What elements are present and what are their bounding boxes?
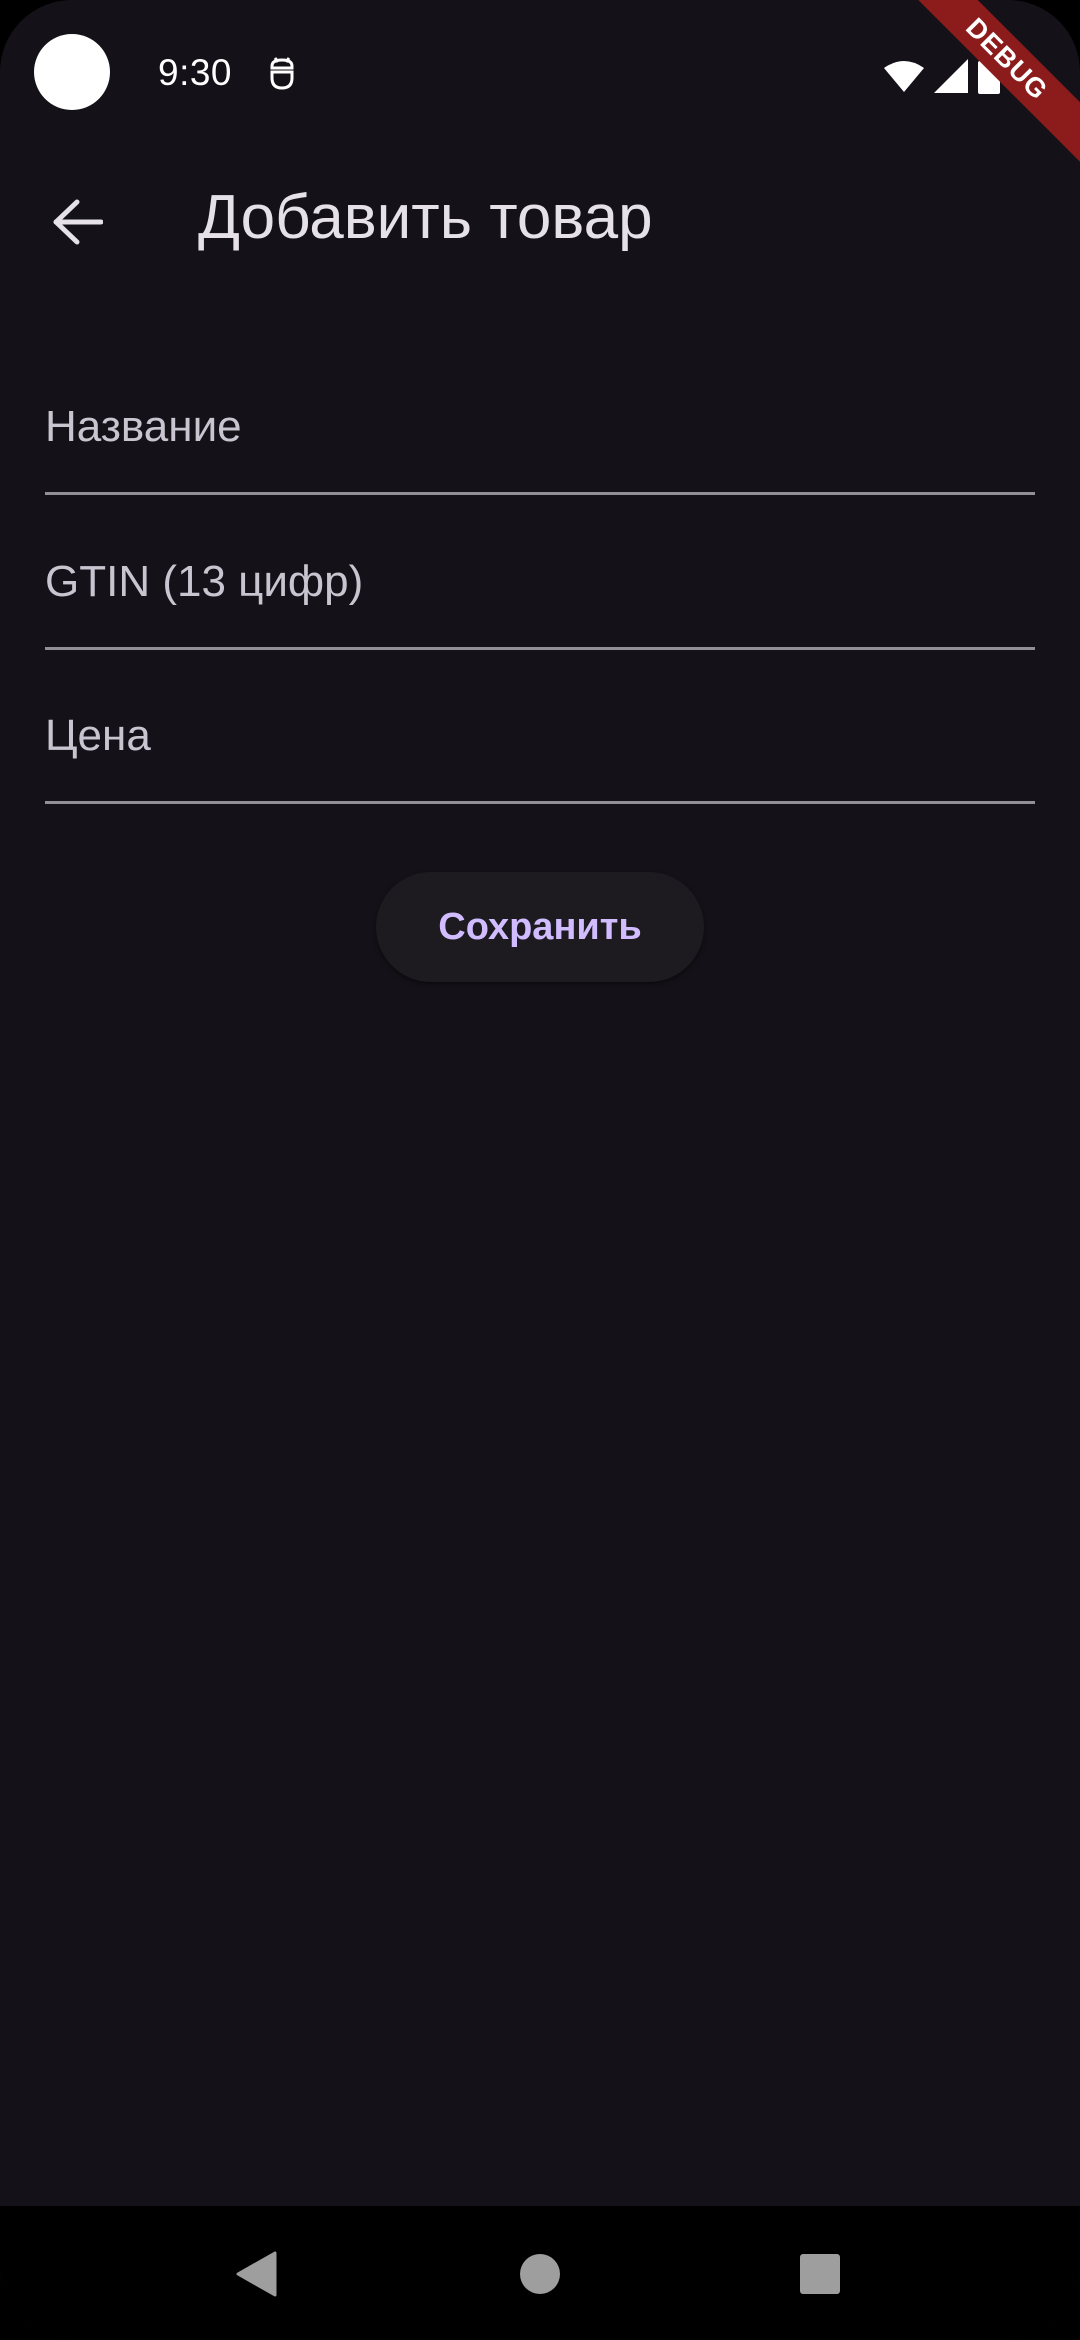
gtin-input[interactable] [45,530,1035,647]
gtin-field [45,530,1035,650]
nav-recents-icon [799,2253,841,2300]
save-button[interactable]: Сохранить [376,872,704,982]
page-title: Добавить товар [198,183,653,252]
camera-cutout [34,34,110,110]
status-bar: 9:30 [0,0,1080,150]
price-field [45,684,1035,804]
app-bar: Добавить товар [0,150,1080,290]
debug-bug-icon [266,56,298,92]
nav-back-icon [235,2251,277,2302]
navigation-bar [0,2206,1080,2340]
name-field [45,375,1035,495]
nav-back-button[interactable] [228,2248,284,2304]
nav-home-icon [519,2253,561,2300]
name-input[interactable] [45,375,1035,492]
nav-home-button[interactable] [512,2248,568,2304]
status-time: 9:30 [158,52,233,93]
back-button[interactable] [30,176,126,272]
arrow-back-icon [53,199,104,250]
nav-recents-button[interactable] [792,2248,848,2304]
app-screen: 9:30 DEBUG Добавить товар Название GTIN … [0,0,1080,2340]
wifi-icon [884,60,924,92]
price-input[interactable] [45,684,1035,801]
signal-icon [934,59,968,93]
